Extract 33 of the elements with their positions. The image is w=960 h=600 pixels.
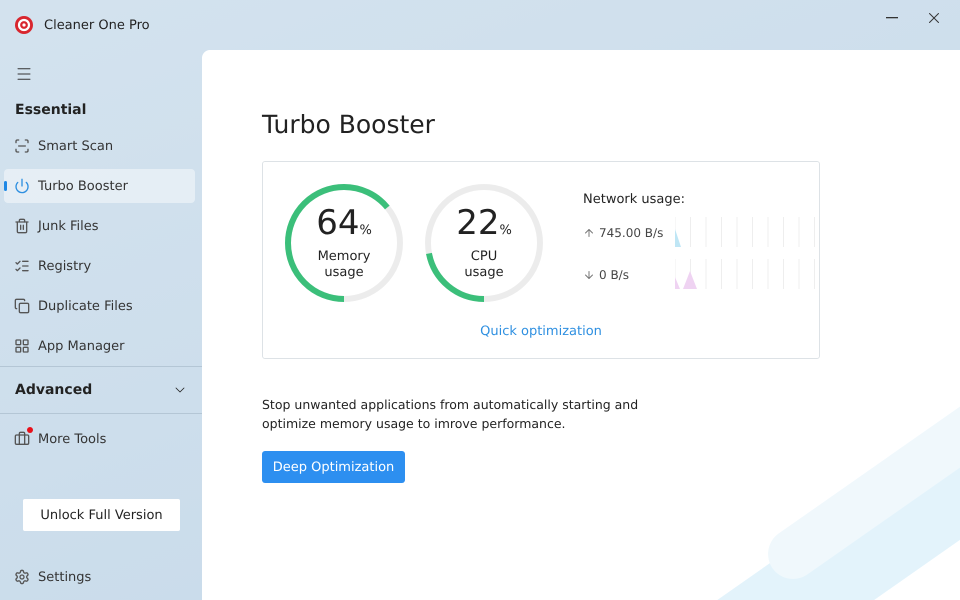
sidebar-item[interactable]: Duplicate Files: [4, 289, 195, 323]
gauge-value: 64%: [316, 205, 372, 245]
down-arrow-icon: [583, 269, 595, 281]
section-title: Advanced: [15, 382, 92, 398]
list-icon: [14, 258, 30, 274]
up-arrow-icon: [583, 227, 595, 239]
network-title: Network usage:: [583, 192, 686, 207]
sidebar-item[interactable]: Junk Files: [4, 209, 195, 243]
network-reading: 0 B/s: [599, 268, 630, 282]
window-title: Cleaner One Pro: [44, 18, 150, 32]
gauge-value: 22%: [456, 205, 512, 245]
sidebar-item[interactable]: Settings: [4, 560, 195, 594]
description: Stop unwanted applications from automatically starting and optimize memory usage to imrove performance.: [262, 396, 640, 433]
section-title: Essential: [15, 102, 88, 118]
section-header[interactable]: Advanced: [0, 367, 202, 413]
scan-icon: [14, 138, 30, 154]
gauge-label: Memory usage: [316, 249, 372, 281]
copy-icon: [14, 298, 30, 314]
minimize-icon: [886, 17, 898, 19]
page-title: Turbo Booster: [262, 110, 436, 139]
sidebar-item[interactable]: App Manager: [4, 329, 195, 363]
app-logo: [14, 15, 34, 35]
sidebar-item[interactable]: Turbo Booster: [4, 169, 195, 203]
sidebar-item[interactable]: Registry: [4, 249, 195, 283]
unlock-button[interactable]: Unlock Full Version: [23, 499, 180, 531]
network-reading: 745.00 B/s: [599, 226, 664, 240]
gauge-label: CPU usage: [463, 249, 505, 281]
grid-icon: [14, 338, 30, 354]
power-icon: [14, 178, 30, 194]
sidebar-item[interactable]: Smart Scan: [4, 129, 195, 163]
settings-icon: [14, 569, 30, 585]
trash-icon: [14, 218, 30, 234]
sidebar-item[interactable]: More Tools: [4, 422, 195, 456]
